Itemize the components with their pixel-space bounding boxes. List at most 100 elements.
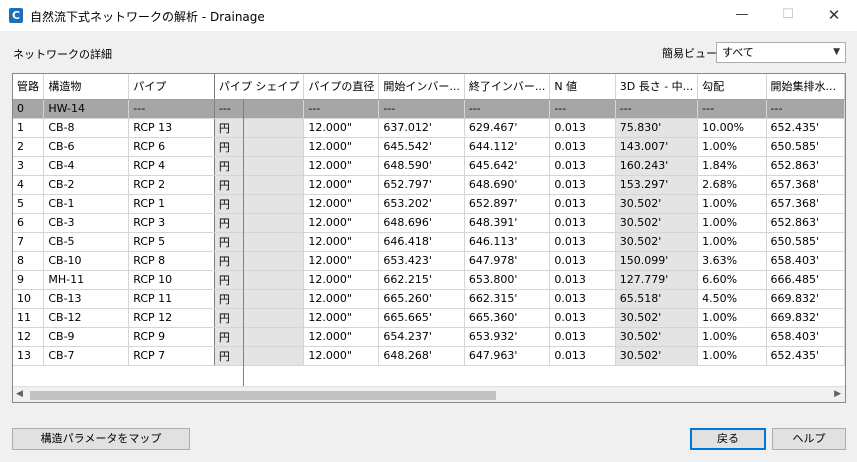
column-header[interactable]: パイプ シェイプ: [214, 74, 305, 100]
table-cell[interactable]: 30.502': [615, 194, 699, 214]
table-cell[interactable]: 12: [13, 327, 45, 347]
table-cell[interactable]: MH-11: [43, 270, 130, 290]
table-cell[interactable]: 160.243': [615, 156, 699, 176]
scrollbar-thumb[interactable]: [30, 391, 496, 400]
table-cell[interactable]: 646.113': [464, 232, 551, 252]
table-row[interactable]: 2 CB-6 RCP 6 円 12.000" 645.542' 644.112' 0.013 1…: [13, 137, 845, 157]
table-cell[interactable]: 665.360': [464, 308, 551, 328]
table-cell[interactable]: 1.00%: [697, 232, 767, 252]
table-cell[interactable]: 9: [13, 270, 45, 290]
table-cell[interactable]: CB-9: [43, 327, 130, 347]
table-cell[interactable]: 円: [214, 327, 305, 347]
table-cell[interactable]: 30.502': [615, 308, 699, 328]
table-cell[interactable]: 2: [13, 137, 45, 157]
table-cell[interactable]: 637.012': [378, 118, 465, 138]
table-cell[interactable]: 665.260': [378, 289, 465, 309]
maximize-button[interactable]: ☐: [765, 0, 811, 31]
table-cell[interactable]: CB-7: [43, 346, 130, 366]
table-cell[interactable]: 0.013: [549, 156, 616, 176]
table-cell[interactable]: RCP 11: [128, 289, 215, 309]
table-cell[interactable]: 644.112': [464, 137, 551, 157]
table-row[interactable]: 5 CB-1 RCP 1 円 12.000" 653.202' 652.897' 0.013 3…: [13, 194, 845, 214]
table-cell[interactable]: 円: [214, 194, 305, 214]
column-header[interactable]: N 値: [549, 74, 616, 100]
table-cell[interactable]: 648.696': [378, 213, 465, 233]
help-button[interactable]: ヘルプ: [772, 428, 846, 450]
table-cell[interactable]: 12.000": [303, 118, 380, 138]
table-cell[interactable]: CB-5: [43, 232, 130, 252]
table-cell[interactable]: CB-4: [43, 156, 130, 176]
table-cell[interactable]: 円: [214, 308, 305, 328]
column-header[interactable]: 構造物: [43, 74, 130, 100]
table-cell[interactable]: 13: [13, 346, 45, 366]
table-row[interactable]: 10 CB-13 RCP 11 円 12.000" 665.260' 662.315' 0.0…: [13, 289, 845, 309]
table-cell[interactable]: CB-8: [43, 118, 130, 138]
table-cell[interactable]: 669.832': [766, 289, 845, 309]
table-row[interactable]: 1 CB-8 RCP 13 円 12.000" 637.012' 629.467' 0.013…: [13, 118, 845, 138]
table-cell[interactable]: 0.013: [549, 232, 616, 252]
table-cell[interactable]: 円: [214, 232, 305, 252]
table-cell[interactable]: 150.099': [615, 251, 699, 271]
table-cell[interactable]: CB-12: [43, 308, 130, 328]
table-cell[interactable]: ---: [128, 99, 215, 119]
table-cell[interactable]: 153.297': [615, 175, 699, 195]
table-cell[interactable]: RCP 9: [128, 327, 215, 347]
table-cell[interactable]: 665.665': [378, 308, 465, 328]
table-cell[interactable]: 662.215': [378, 270, 465, 290]
table-cell[interactable]: ---: [464, 99, 551, 119]
table-cell[interactable]: 646.418': [378, 232, 465, 252]
table-cell[interactable]: 1.00%: [697, 327, 767, 347]
table-cell[interactable]: HW-14: [43, 99, 130, 119]
table-cell[interactable]: RCP 13: [128, 118, 215, 138]
table-row[interactable]: 13 CB-7 RCP 7 円 12.000" 648.268' 647.963' 0.013…: [13, 346, 845, 366]
table-cell[interactable]: 653.932': [464, 327, 551, 347]
table-cell[interactable]: 12.000": [303, 175, 380, 195]
table-cell[interactable]: 657.368': [766, 194, 845, 214]
table-cell[interactable]: 0.013: [549, 175, 616, 195]
table-cell[interactable]: 0.013: [549, 289, 616, 309]
table-cell[interactable]: 円: [214, 175, 305, 195]
table-cell[interactable]: 658.403': [766, 327, 845, 347]
column-header[interactable]: 終了インバー...: [464, 74, 551, 100]
column-header[interactable]: 開始集排水...: [766, 74, 845, 100]
table-row[interactable]: 3 CB-4 RCP 4 円 12.000" 648.590' 645.642' 0.013 1…: [13, 156, 845, 176]
table-cell[interactable]: 1.00%: [697, 346, 767, 366]
table-cell[interactable]: RCP 8: [128, 251, 215, 271]
table-cell[interactable]: RCP 4: [128, 156, 215, 176]
map-structure-parameters-button[interactable]: 構造パラメータをマップ: [12, 428, 190, 450]
table-row[interactable]: 0 HW-14 --- --- --- --- --- --- --- --- ---: [13, 99, 845, 119]
table-cell[interactable]: 652.435': [766, 118, 845, 138]
table-cell[interactable]: 30.502': [615, 327, 699, 347]
table-cell[interactable]: 12.000": [303, 213, 380, 233]
table-row[interactable]: 7 CB-5 RCP 5 円 12.000" 646.418' 646.113' 0.013 3…: [13, 232, 845, 252]
table-cell[interactable]: 1.00%: [697, 194, 767, 214]
table-cell[interactable]: 4.50%: [697, 289, 767, 309]
table-cell[interactable]: 12.000": [303, 156, 380, 176]
table-cell[interactable]: 0.013: [549, 118, 616, 138]
table-cell[interactable]: 1.00%: [697, 137, 767, 157]
table-cell[interactable]: 75.830': [615, 118, 699, 138]
table-cell[interactable]: 7: [13, 232, 45, 252]
table-cell[interactable]: RCP 12: [128, 308, 215, 328]
back-button[interactable]: 戻る: [690, 428, 766, 450]
column-header[interactable]: 3D 長さ - 中...: [615, 74, 699, 100]
table-cell[interactable]: 10.00%: [697, 118, 767, 138]
table-cell[interactable]: 645.542': [378, 137, 465, 157]
table-cell[interactable]: ---: [615, 99, 699, 119]
table-cell[interactable]: 652.863': [766, 156, 845, 176]
table-cell[interactable]: RCP 1: [128, 194, 215, 214]
table-cell[interactable]: 12.000": [303, 346, 380, 366]
table-cell[interactable]: 653.202': [378, 194, 465, 214]
table-cell[interactable]: 629.467': [464, 118, 551, 138]
table-cell[interactable]: 647.963': [464, 346, 551, 366]
table-cell[interactable]: 652.897': [464, 194, 551, 214]
table-cell[interactable]: RCP 6: [128, 137, 215, 157]
table-cell[interactable]: 円: [214, 251, 305, 271]
table-cell[interactable]: CB-3: [43, 213, 130, 233]
table-cell[interactable]: RCP 3: [128, 213, 215, 233]
table-cell[interactable]: 65.518': [615, 289, 699, 309]
table-cell[interactable]: 12.000": [303, 270, 380, 290]
table-cell[interactable]: 652.797': [378, 175, 465, 195]
table-cell[interactable]: RCP 10: [128, 270, 215, 290]
table-cell[interactable]: 1.84%: [697, 156, 767, 176]
